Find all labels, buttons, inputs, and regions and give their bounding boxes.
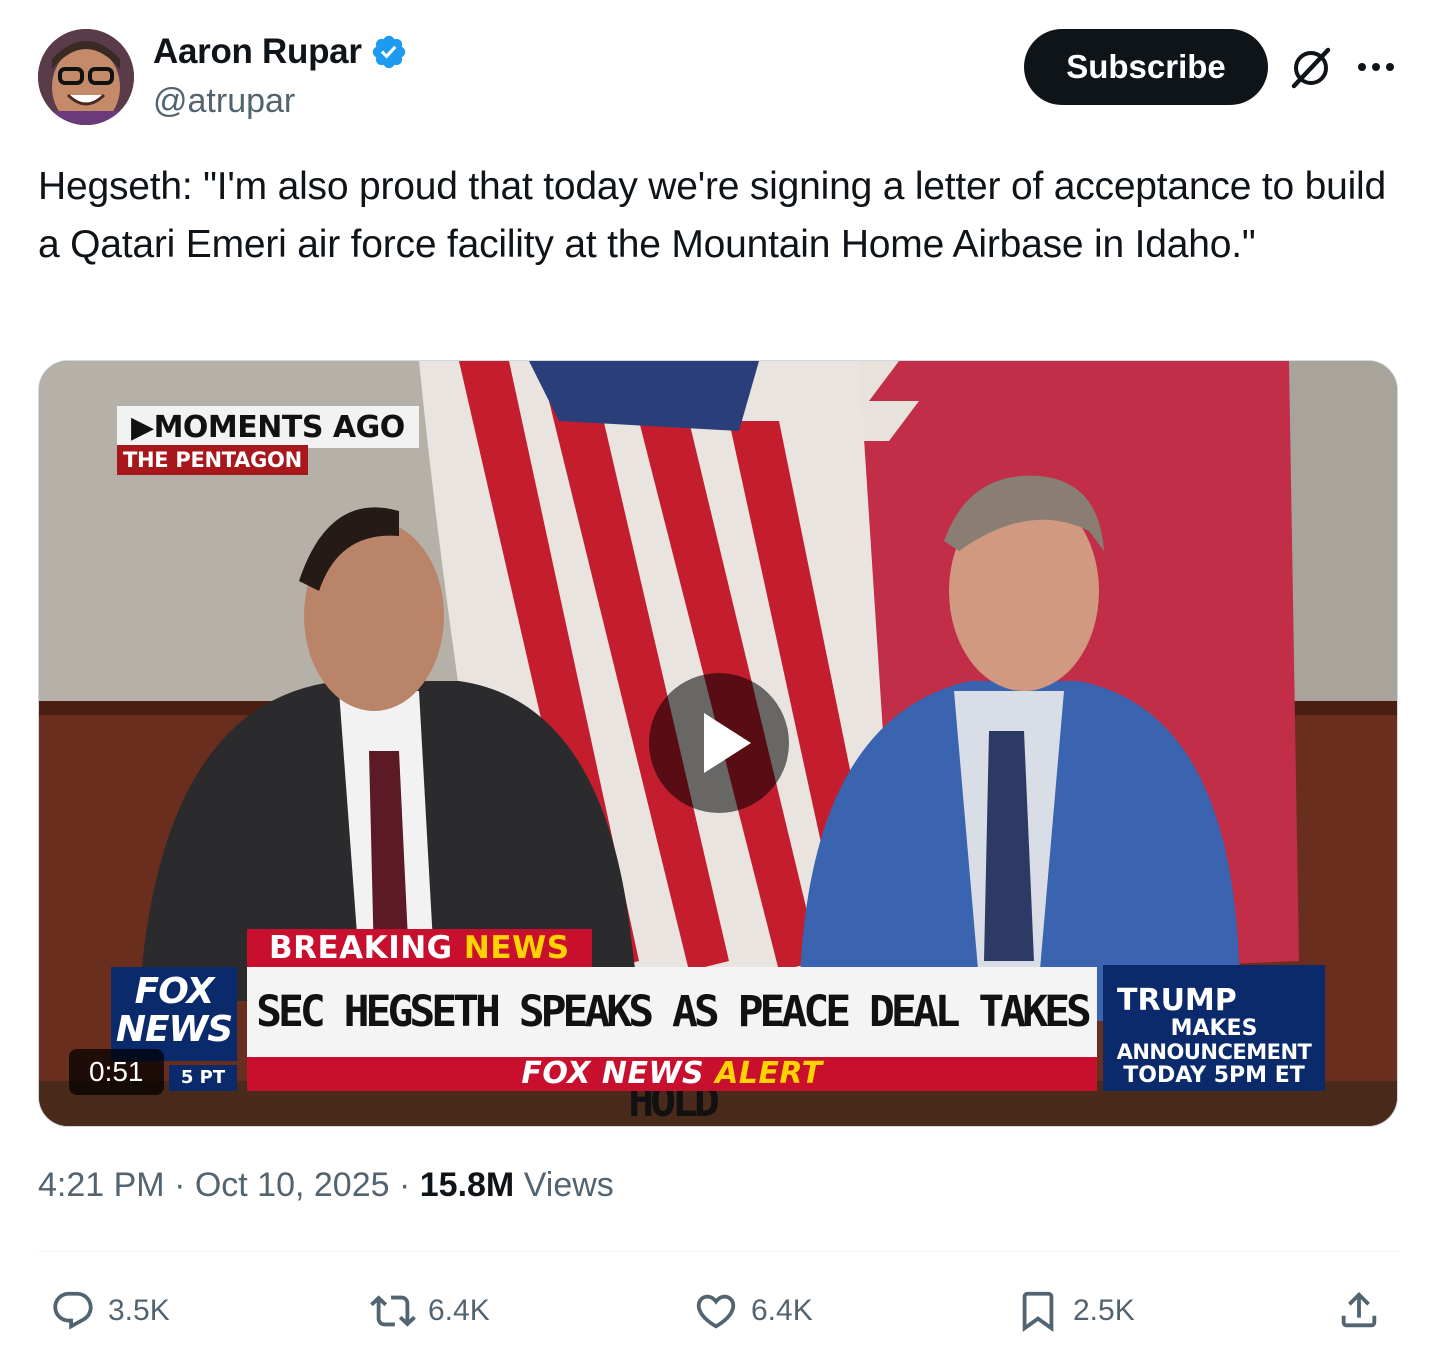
tweet-meta: 4:21 PM · Oct 10, 2025 · 15.8M Views	[38, 1166, 614, 1205]
meta-separator: ·	[164, 1166, 195, 1204]
avatar[interactable]	[38, 29, 134, 125]
trump-line1: TRUMP	[1117, 983, 1237, 1018]
video-player[interactable]: ▶MOMENTS AGO THE PENTAGON BREAKING NEWS …	[38, 360, 1398, 1127]
meta-separator: ·	[389, 1166, 420, 1204]
like-button[interactable]: 6.4K	[693, 1285, 813, 1337]
breaking-news-highlight: NEWS	[463, 930, 570, 966]
repost-count: 6.4K	[428, 1294, 490, 1327]
avatar-image	[38, 29, 134, 125]
views-label: Views	[523, 1166, 614, 1204]
tweet-date[interactable]: Oct 10, 2025	[195, 1166, 390, 1204]
like-count: 6.4K	[751, 1294, 813, 1327]
play-button[interactable]	[649, 673, 789, 813]
fox-news-logo: FOX NEWS	[111, 967, 237, 1061]
subscribe-button[interactable]: Subscribe	[1024, 29, 1268, 105]
grok-icon[interactable]	[1288, 44, 1334, 90]
share-icon[interactable]	[1336, 1287, 1382, 1333]
repost-icon	[370, 1295, 416, 1327]
video-duration: 0:51	[69, 1049, 164, 1095]
reply-button[interactable]: 3.5K	[50, 1285, 170, 1337]
author-display-name[interactable]: Aaron Rupar	[153, 32, 362, 72]
author-name-row[interactable]: Aaron Rupar	[153, 32, 408, 72]
trump-line3: ANNOUNCEMENT	[1116, 1040, 1312, 1064]
tweet-time[interactable]: 4:21 PM	[38, 1166, 165, 1204]
fox-logo-line2: NEWS	[115, 1009, 233, 1050]
play-icon	[704, 713, 751, 773]
news-headline: SEC HEGSETH SPEAKS AS PEACE DEAL TAKES H…	[247, 967, 1097, 1126]
more-icon[interactable]	[1354, 52, 1398, 82]
bookmark-count: 2.5K	[1073, 1294, 1135, 1327]
views-count: 15.8M	[419, 1166, 515, 1204]
breaking-news-text: BREAKING	[269, 930, 464, 966]
fox-news-alert-highlight: ALERT	[715, 1056, 823, 1091]
trump-line2: MAKES	[1170, 1016, 1258, 1041]
bookmark-button[interactable]: 2.5K	[1015, 1285, 1135, 1337]
fox-news-alert: FOX NEWS ALERT	[247, 1057, 1097, 1091]
divider	[38, 1251, 1398, 1252]
moments-ago-label: ▶MOMENTS AGO	[117, 406, 419, 448]
location-label: THE PENTAGON	[117, 445, 308, 475]
trump-line4: TODAY 5PM ET	[1123, 1063, 1305, 1088]
fox-time-label: 5 PT	[169, 1065, 237, 1091]
tweet-text: Hegseth: "I'm also proud that today we'r…	[38, 165, 1387, 266]
verified-badge-icon	[372, 35, 405, 69]
bookmark-icon	[1022, 1291, 1054, 1332]
repost-button[interactable]: 6.4K	[370, 1285, 490, 1337]
heart-icon	[696, 1294, 736, 1329]
reply-icon	[53, 1291, 93, 1330]
fox-news-alert-text: FOX NEWS	[521, 1056, 716, 1091]
fox-logo-line1: FOX	[134, 971, 215, 1012]
author-handle[interactable]: @atrupar	[153, 82, 295, 121]
breaking-news-banner: BREAKING NEWS	[247, 929, 592, 967]
reply-count: 3.5K	[108, 1294, 170, 1327]
trump-announcement-box: TRUMP MAKES ANNOUNCEMENT TODAY 5PM ET	[1103, 965, 1325, 1091]
